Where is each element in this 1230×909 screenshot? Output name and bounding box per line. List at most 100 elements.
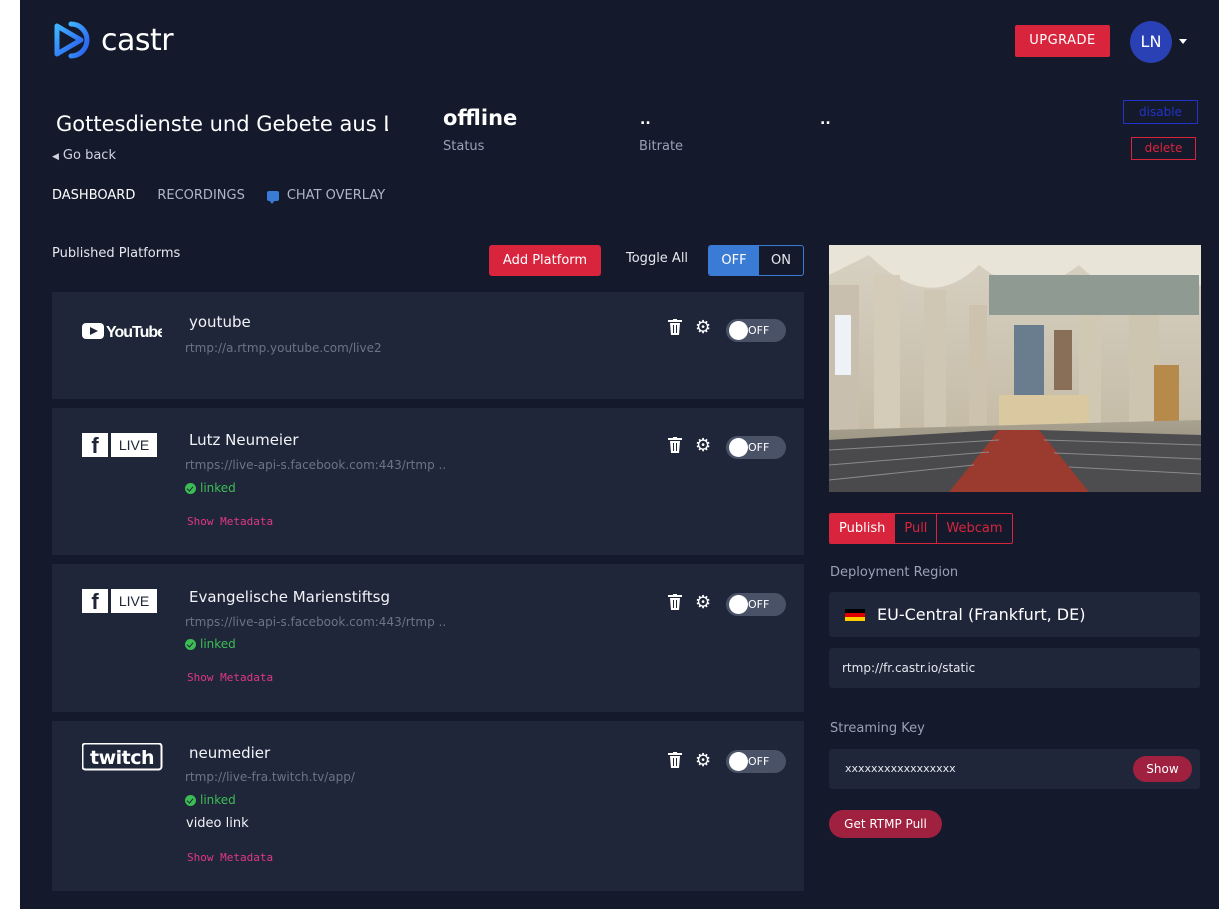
linked-label: linked <box>200 637 236 651</box>
svg-text:twitch: twitch <box>90 747 154 769</box>
platform-card-facebook: f LIVE Evangelische Marienstiftsg rtmps:… <box>52 564 804 712</box>
germany-flag-icon <box>845 608 865 621</box>
tab-label: CHAT OVERLAY <box>286 188 386 203</box>
tab-webcam[interactable]: Webcam <box>937 514 1011 543</box>
gear-icon[interactable]: ⚙ <box>695 319 711 337</box>
toggle-all-switch: OFF ON <box>708 245 804 276</box>
deployment-region-label: Deployment Region <box>830 565 959 580</box>
region-value: EU-Central (Frankfurt, DE) <box>877 605 1086 624</box>
stream-title: Gottesdienste und Gebete aus Lich <box>56 112 388 136</box>
linked-status: linked <box>185 793 236 807</box>
check-circle-icon <box>185 638 196 650</box>
platform-url: rtmps://live-api-s.facebook.com:443/rtmp… <box>185 615 447 629</box>
platform-name: neumedier <box>189 744 271 762</box>
toggle-all-label: Toggle All <box>626 251 689 266</box>
delete-button[interactable]: delete <box>1131 137 1196 160</box>
bitrate-label: Bitrate <box>639 139 684 154</box>
upgrade-button[interactable]: UPGRADE <box>1015 25 1110 57</box>
go-back-link[interactable]: ◀ Go back <box>52 148 116 163</box>
linked-label: linked <box>200 793 236 807</box>
go-back-label: Go back <box>62 148 116 163</box>
platform-card-youtube: YouTube youtube rtmp://a.rtmp.youtube.co… <box>52 292 804 399</box>
facebook-live-logo: f LIVE <box>82 433 157 458</box>
toggle-knob <box>729 438 748 457</box>
status-label: Status <box>443 139 485 154</box>
linked-status: linked <box>185 481 236 495</box>
tab-chat-overlay[interactable]: CHAT OVERLAY <box>266 188 386 204</box>
avatar[interactable]: LN <box>1130 21 1172 63</box>
video-link[interactable]: video link <box>186 816 249 831</box>
facebook-live-logo: f LIVE <box>82 589 157 614</box>
logo-text: castr <box>101 22 174 58</box>
linked-label: linked <box>200 481 236 495</box>
show-metadata-link[interactable]: Show Metadata <box>187 671 273 684</box>
twitch-icon: twitch <box>81 742 163 771</box>
tab-pull[interactable]: Pull <box>895 514 938 543</box>
rtmp-url-field[interactable]: rtmp://fr.castr.io/static <box>829 648 1200 688</box>
extra-value: .. <box>820 112 831 128</box>
bitrate-value: .. <box>640 112 651 128</box>
trash-icon[interactable] <box>668 437 682 453</box>
chevron-down-icon[interactable] <box>1179 39 1187 44</box>
platform-toggle[interactable]: OFF <box>726 750 786 773</box>
platform-card-facebook: f LIVE Lutz Neumeier rtmps://live-api-s.… <box>52 408 804 555</box>
platform-toggle[interactable]: OFF <box>726 436 786 459</box>
streaming-key-value: xxxxxxxxxxxxxxxxx <box>845 762 956 775</box>
youtube-icon: YouTube <box>82 323 167 341</box>
gear-icon[interactable]: ⚙ <box>695 437 711 455</box>
platform-card-twitch: twitch neumedier rtmp://live-fra.twitch.… <box>52 721 804 891</box>
toggle-knob <box>729 752 748 771</box>
toggle-label: OFF <box>748 441 770 454</box>
platform-name: Evangelische Marienstiftsg <box>189 588 391 606</box>
facebook-icon: f <box>82 433 108 458</box>
youtube-logo: YouTube <box>82 320 167 346</box>
facebook-icon: f <box>82 589 108 614</box>
toggle-all-off-button[interactable]: OFF <box>709 246 759 275</box>
toggle-all-on-button[interactable]: ON <box>759 246 803 275</box>
trash-icon[interactable] <box>668 319 682 335</box>
castr-logo[interactable]: castr <box>51 20 174 60</box>
trash-icon[interactable] <box>668 594 682 610</box>
platform-url: rtmp://a.rtmp.youtube.com/live2 <box>185 341 382 355</box>
status-value: offline <box>443 106 518 130</box>
tab-label: RECORDINGS <box>157 188 245 203</box>
gear-icon[interactable]: ⚙ <box>695 594 711 612</box>
add-platform-button[interactable]: Add Platform <box>489 245 601 276</box>
trash-icon[interactable] <box>668 752 682 768</box>
published-platforms-label: Published Platforms <box>52 246 181 261</box>
tab-dashboard[interactable]: DASHBOARD <box>52 188 135 203</box>
live-badge: LIVE <box>111 589 157 613</box>
toggle-label: OFF <box>748 324 770 337</box>
show-metadata-link[interactable]: Show Metadata <box>187 851 273 864</box>
chevron-left-icon: ◀ <box>52 152 59 162</box>
castr-logo-icon <box>54 21 90 59</box>
platform-toggle[interactable]: OFF <box>726 319 786 342</box>
streaming-key-label: Streaming Key <box>830 721 925 736</box>
tab-publish[interactable]: Publish <box>830 514 896 543</box>
live-badge: LIVE <box>111 433 157 457</box>
app-window: castr UPGRADE LN Gottesdienste und Gebet… <box>20 0 1219 909</box>
check-circle-icon <box>185 482 196 494</box>
toggle-knob <box>729 321 748 340</box>
gear-icon[interactable]: ⚙ <box>695 752 711 770</box>
get-rtmp-pull-button[interactable]: Get RTMP Pull <box>829 810 942 838</box>
platform-toggle[interactable]: OFF <box>726 593 786 616</box>
toggle-label: OFF <box>748 755 770 768</box>
source-tabs: Publish Pull Webcam <box>829 513 1013 544</box>
show-metadata-link[interactable]: Show Metadata <box>187 515 273 528</box>
show-key-button[interactable]: Show <box>1133 756 1192 782</box>
platform-name: Lutz Neumeier <box>189 431 299 449</box>
check-circle-icon <box>185 794 196 806</box>
svg-text:YouTube: YouTube <box>106 324 162 341</box>
streaming-key-field[interactable]: xxxxxxxxxxxxxxxxx Show <box>829 749 1200 789</box>
tab-recordings[interactable]: RECORDINGS <box>157 188 244 203</box>
toggle-knob <box>729 595 748 614</box>
platform-url: rtmps://live-api-s.facebook.com:443/rtmp… <box>185 458 447 472</box>
tab-bar: DASHBOARD RECORDINGS CHAT OVERLAY <box>52 188 407 204</box>
twitch-logo: twitch <box>81 742 164 775</box>
disable-button[interactable]: disable <box>1123 100 1198 124</box>
linked-status: linked <box>185 637 236 651</box>
deployment-region-select[interactable]: EU-Central (Frankfurt, DE) <box>829 592 1200 637</box>
tab-label: DASHBOARD <box>52 188 136 203</box>
toggle-label: OFF <box>748 598 770 611</box>
